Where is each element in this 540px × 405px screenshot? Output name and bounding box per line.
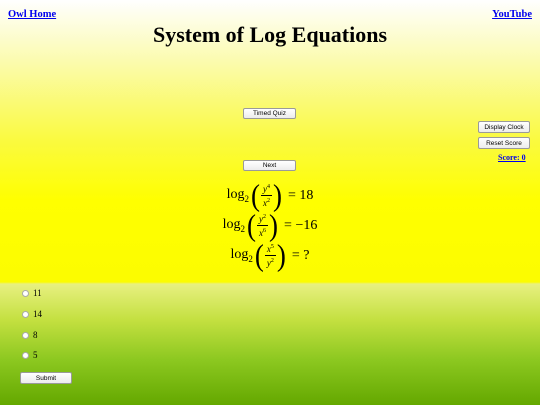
log-function: log2 [227, 187, 249, 204]
option-label: 5 [33, 350, 38, 360]
display-clock-button[interactable]: Display Clock [478, 121, 530, 133]
log-label: log [226, 187, 245, 203]
left-paren: ( [254, 237, 264, 273]
equation-2: log2 ( y2 x6 ) = −16 [0, 207, 540, 243]
next-button[interactable]: Next [243, 160, 296, 171]
right-paren: ) [269, 207, 279, 243]
option-label: 11 [33, 288, 42, 298]
fraction: y2 x6 [257, 212, 269, 239]
log-function: log2 [223, 217, 245, 234]
left-paren: ( [250, 177, 260, 213]
log-label: log [230, 247, 249, 263]
equation-3: log2 ( x5 y2 ) = ? [0, 237, 540, 273]
radio-button[interactable] [22, 310, 29, 318]
radio-button[interactable] [22, 331, 29, 339]
answer-option-11[interactable]: 11 [22, 288, 42, 298]
timed-quiz-button[interactable]: Timed Quiz [243, 108, 296, 119]
denominator-exp: 2 [270, 258, 274, 264]
denominator-exp: 6 [263, 228, 267, 234]
log-base: 2 [240, 223, 246, 234]
equation-1: log2 ( y4 x2 ) = 18 [0, 177, 540, 213]
log-base: 2 [248, 253, 253, 264]
answer-option-8[interactable]: 8 [22, 330, 38, 340]
right-paren: ) [272, 177, 282, 213]
numerator-exp: 4 [266, 184, 270, 190]
youtube-link[interactable]: YouTube [492, 9, 532, 20]
equation-rhs: = −16 [284, 217, 318, 233]
log-label: log [222, 217, 241, 233]
equation-rhs: = ? [291, 247, 310, 263]
fraction: x5 y2 [264, 242, 276, 269]
denominator-exp: 2 [266, 198, 270, 204]
fraction: y4 x2 [260, 182, 272, 209]
option-label: 8 [33, 330, 38, 340]
numerator-exp: 5 [270, 244, 274, 250]
radio-button[interactable] [22, 351, 29, 359]
submit-button[interactable]: Submit [20, 372, 72, 384]
option-label: 14 [33, 309, 42, 319]
radio-button[interactable] [22, 289, 29, 297]
numerator-exp: 2 [263, 214, 267, 220]
page-title: System of Log Equations [152, 22, 388, 47]
score-display: Score: 0 [498, 153, 526, 162]
answer-option-5[interactable]: 5 [22, 350, 38, 360]
left-paren: ( [247, 207, 257, 243]
answer-option-14[interactable]: 14 [22, 309, 42, 319]
reset-score-button[interactable]: Reset Score [478, 137, 530, 149]
equation-rhs: = 18 [287, 187, 314, 203]
log-base: 2 [244, 193, 249, 204]
right-paren: ) [276, 237, 286, 273]
owl-home-link[interactable]: Owl Home [8, 9, 56, 20]
log-function: log2 [231, 247, 253, 264]
